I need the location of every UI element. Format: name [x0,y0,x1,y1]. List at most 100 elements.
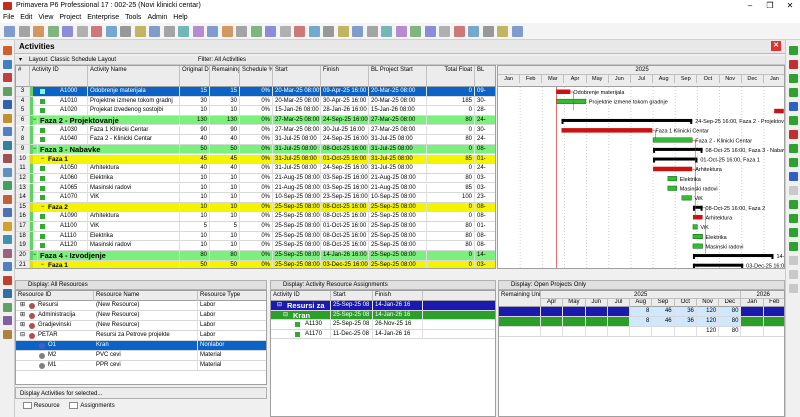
assignment-row[interactable]: ⊟ Resursi za 25-Sep-25 08 14-Jan-26 16 [271,301,495,311]
resource-column-header[interactable]: Resource Type [198,291,266,301]
column-header-rem[interactable]: Remaining Duration [210,66,240,87]
usage-row[interactable]: 8 46 36 120 80 [499,307,784,317]
toolbar-tool-icon[interactable] [91,26,102,37]
command-icon[interactable] [789,74,798,83]
column-header-finish[interactable]: Finish [321,66,369,87]
command-icon[interactable] [789,228,798,237]
command-icon[interactable] [789,144,798,153]
assignment-column-header[interactable]: Activity ID [271,291,331,301]
activity-row[interactable]: 14 A1070 ViK 10 10 0% 10-Sep-25 08:00 23-Sep-25… [16,193,495,203]
resources-panel-label[interactable]: Display: All Resources [28,282,88,288]
activity-row[interactable]: 3 A1000 Odobrenje materijala 15 15 0% 20-Mar-2… [16,87,495,97]
column-header-bl2[interactable]: BL [475,66,495,87]
command-icon[interactable] [789,200,798,209]
activity-row[interactable]: 5 A1020 Projekat izvedenog sostojbi 10 10 0% 1… [16,106,495,116]
resource-row[interactable]: ⊞ Resursi (New Resource) Labor [16,301,266,311]
layout-dropdown-icon[interactable]: ▾ [19,56,22,65]
navigation-icon[interactable] [3,208,12,217]
filter-label[interactable]: Filter: All Activities [198,56,246,65]
navigation-icon[interactable] [3,113,12,123]
activity-row[interactable]: 15− Faza 2 10 10 0% 25-Sep-25 08:00 08-Oct-25 … [16,202,495,213]
activity-row[interactable]: 7 A1030 Faza 1 Klinicki Centar 90 90 0% 27-Mar… [16,125,495,136]
command-icon[interactable] [789,270,798,279]
navigation-icon[interactable] [3,167,12,177]
toolbar-tool-icon[interactable] [236,26,247,37]
maximize-button[interactable]: ❐ [760,0,780,12]
activity-row[interactable]: 9− Faza 3 - Nabavke 50 50 0% 31-Jul-25 08:00 0… [16,144,495,155]
resource-row[interactable]: M1 PPR cevi Material [16,361,266,371]
toolbar-tool-icon[interactable] [308,26,320,37]
usage-column-header[interactable]: Remaining Units [499,291,541,307]
toolbar-tool-icon[interactable] [294,26,305,37]
toolbar-tool-icon[interactable] [439,26,450,37]
command-icon[interactable] [789,102,798,111]
activity-row[interactable]: 16 A1090 Arhitektura 10 10 0% 25-Sep-25 08:00 0… [16,212,495,222]
resource-row[interactable]: M2 PVC cevi Material [16,351,266,361]
command-icon[interactable] [789,46,798,55]
activity-row[interactable]: 21− Faza 1 50 50 0% 25-Sep-25 08:00 03-Dec-25 … [16,260,495,268]
toolbar-tool-icon[interactable] [62,26,73,37]
navigation-icon[interactable] [3,73,12,82]
assignments-panel-label[interactable]: Display: Activity Resource Assignments [283,282,388,288]
activity-row[interactable]: 4 A1010 Projektne izmene tokom gradnj 30 30 0… [16,96,495,107]
navigation-icon[interactable] [3,181,12,190]
navigation-icon[interactable] [3,329,12,339]
activity-row[interactable]: 18 A1110 Elektrika 10 10 0% 25-Sep-25 08:00 08-… [16,231,495,242]
navigation-icon[interactable] [3,302,12,312]
navigation-icon[interactable] [3,235,12,244]
column-header-pct[interactable]: Schedule % Complete [240,66,273,87]
assignment-row[interactable]: A1130 25-Sep-25 08 26-Nov-25 16 [271,320,495,330]
toolbar-tool-icon[interactable] [178,26,189,37]
toolbar-tool-icon[interactable] [250,26,262,37]
toolbar-tool-icon[interactable] [76,26,88,37]
command-icon[interactable] [789,284,798,293]
menu-item-tools[interactable]: Tools [125,14,141,21]
toolbar-tool-icon[interactable] [337,26,349,37]
activity-row[interactable]: 13 A1065 Masinski radovi 10 10 0% 21-Aug-25 08… [16,183,495,193]
activity-row[interactable]: 11 A1050 Arhitektura 40 40 0% 31-Jul-25 08:00 2… [16,164,495,174]
toolbar-tool-icon[interactable] [482,26,494,37]
menu-item-view[interactable]: View [38,14,53,21]
toolbar-tool-icon[interactable] [192,26,204,37]
column-header-num[interactable]: # [16,66,30,87]
command-icon[interactable] [789,158,798,167]
toolbar-tool-icon[interactable] [424,26,436,37]
activity-row[interactable]: 8 A1040 Faza 2 - Klinicki Centar 40 40 0% 31-J… [16,135,495,145]
menu-item-enterprise[interactable]: Enterprise [87,14,119,21]
navigation-icon[interactable] [3,194,12,204]
navigation-icon[interactable] [3,86,12,96]
command-icon[interactable] [789,88,798,97]
resource-row[interactable]: ⊟ PETAR Resursi za Petrove projekte Labor [16,331,266,341]
tree-expand-icon[interactable]: ⊟ [19,331,26,340]
command-icon[interactable] [789,60,798,69]
command-icon[interactable] [789,172,798,181]
resource-column-header[interactable]: Resource Name [94,291,198,301]
navigation-icon[interactable] [3,46,12,55]
command-icon[interactable] [789,186,798,195]
toolbar-tool-icon[interactable] [149,26,160,37]
menu-item-project[interactable]: Project [59,14,81,21]
toolbar-tool-icon[interactable] [497,26,508,37]
menu-item-help[interactable]: Help [173,14,187,21]
activity-row[interactable]: 12 A1060 Elektrika 10 10 0% 21-Aug-25 08:00 03-… [16,173,495,184]
navigation-icon[interactable] [3,154,12,163]
toolbar-tool-icon[interactable] [395,26,407,37]
navigation-icon[interactable] [3,275,12,285]
resource-row[interactable]: O1 Kran Nonlabor [16,341,266,351]
command-icon[interactable] [789,214,798,223]
command-icon[interactable] [789,242,798,251]
toolbar-tool-icon[interactable] [468,26,479,37]
minimize-button[interactable]: – [740,0,760,12]
command-icon[interactable] [789,256,798,265]
tree-expand-icon[interactable]: ⊞ [19,301,26,310]
toolbar-tool-icon[interactable] [105,26,117,37]
toolbar-tool-icon[interactable] [323,26,334,37]
navigation-icon[interactable] [3,59,12,69]
column-header-name[interactable]: Activity Name [88,66,180,87]
assignment-column-header[interactable]: Finish [373,291,423,301]
group-collapse-icon[interactable]: ⊟ [282,311,289,320]
toolbar-tool-icon[interactable] [381,26,392,37]
toolbar-tool-icon[interactable] [207,26,218,37]
toolbar-tool-icon[interactable] [366,26,378,37]
activity-row[interactable]: 20− Faza 4 - Izvodjenje 80 80 0% 25-Sep-25 08… [16,251,495,261]
